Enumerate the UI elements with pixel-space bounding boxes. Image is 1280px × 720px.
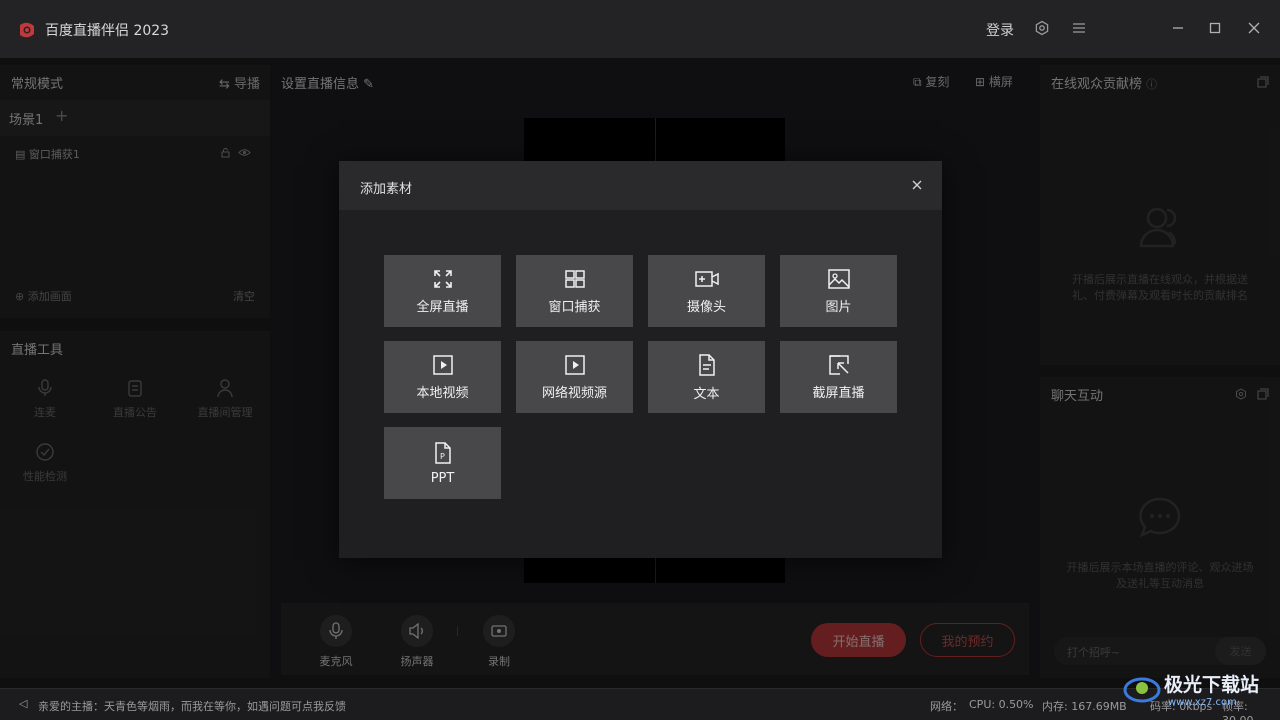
tile-label: 全屏直播 xyxy=(416,299,469,315)
app-window: 百度直播伴侣 2023 登录 常规模式 ⇆ 导播 场景1 + ▤ 窗口捕获1 ⊕… xyxy=(0,0,1280,720)
app-logo-icon xyxy=(20,22,34,38)
network-status: 网络： xyxy=(930,700,963,713)
tile-label: 截屏直播 xyxy=(812,385,865,401)
cpu-status: CPU: 0.50% xyxy=(969,698,1034,711)
menu-icon[interactable] xyxy=(1071,20,1087,36)
ppt-icon: P xyxy=(434,441,451,464)
watermark-text: 极光下载站 xyxy=(1164,674,1260,696)
app-title: 百度直播伴侣 2023 xyxy=(45,23,170,39)
status-tip[interactable]: 亲爱的主播：天青色等烟雨，而我在等你，如遇问题可点我反馈 xyxy=(38,698,346,714)
screenshot-icon xyxy=(828,354,849,375)
tile-label: 摄像头 xyxy=(686,299,726,315)
tile-ppt[interactable]: P PPT xyxy=(384,427,501,499)
tile-label: 文本 xyxy=(693,386,720,402)
title-bar: 百度直播伴侣 2023 登录 xyxy=(0,0,1280,58)
svg-text:P: P xyxy=(440,452,445,461)
maximize-icon[interactable] xyxy=(1207,20,1223,36)
window-icon xyxy=(564,269,585,288)
memory-status: 内存: 167.69MB xyxy=(1042,700,1127,713)
watermark-logo-icon xyxy=(1123,677,1161,703)
tile-local-video[interactable]: 本地视频 xyxy=(384,341,501,413)
text-icon xyxy=(698,353,715,376)
tile-label: 网络视频源 xyxy=(541,385,607,401)
network-video-icon xyxy=(564,354,585,375)
dialog-header xyxy=(339,161,942,210)
image-icon xyxy=(827,268,850,289)
tile-camera[interactable]: 摄像头 xyxy=(648,255,765,327)
status-bar: ◁ 亲爱的主播：天青色等烟雨，而我在等你，如遇问题可点我反馈 网络： CPU: … xyxy=(0,688,1280,720)
tile-image[interactable]: 图片 xyxy=(780,255,897,327)
tile-label: PPT xyxy=(430,470,455,486)
fullscreen-icon xyxy=(433,269,452,288)
local-video-icon xyxy=(432,354,453,375)
watermark-url: www.xz7.com xyxy=(1168,697,1237,708)
close-icon[interactable] xyxy=(910,178,924,192)
tile-label: 图片 xyxy=(825,299,852,315)
tile-text[interactable]: 文本 xyxy=(648,341,765,413)
minimize-icon[interactable] xyxy=(1170,20,1186,36)
add-source-dialog: 添加素材 全屏直播 窗口捕获 摄像头 图片 本地视频 网络视频源 文本 截屏直播… xyxy=(339,161,942,558)
tile-screenshot-live[interactable]: 截屏直播 xyxy=(780,341,897,413)
dialog-title: 添加素材 xyxy=(360,182,413,197)
tile-network-video[interactable]: 网络视频源 xyxy=(516,341,633,413)
login-button[interactable]: 登录 xyxy=(986,20,1014,40)
tile-label: 窗口捕获 xyxy=(548,299,601,315)
camera-icon xyxy=(694,270,719,287)
close-window-icon[interactable] xyxy=(1246,20,1262,36)
feedback-icon[interactable]: ◁ xyxy=(19,697,27,710)
tile-window-capture[interactable]: 窗口捕获 xyxy=(516,255,633,327)
tile-label: 本地视频 xyxy=(416,385,469,401)
tile-fullscreen[interactable]: 全屏直播 xyxy=(384,255,501,327)
settings-icon[interactable] xyxy=(1034,20,1050,36)
